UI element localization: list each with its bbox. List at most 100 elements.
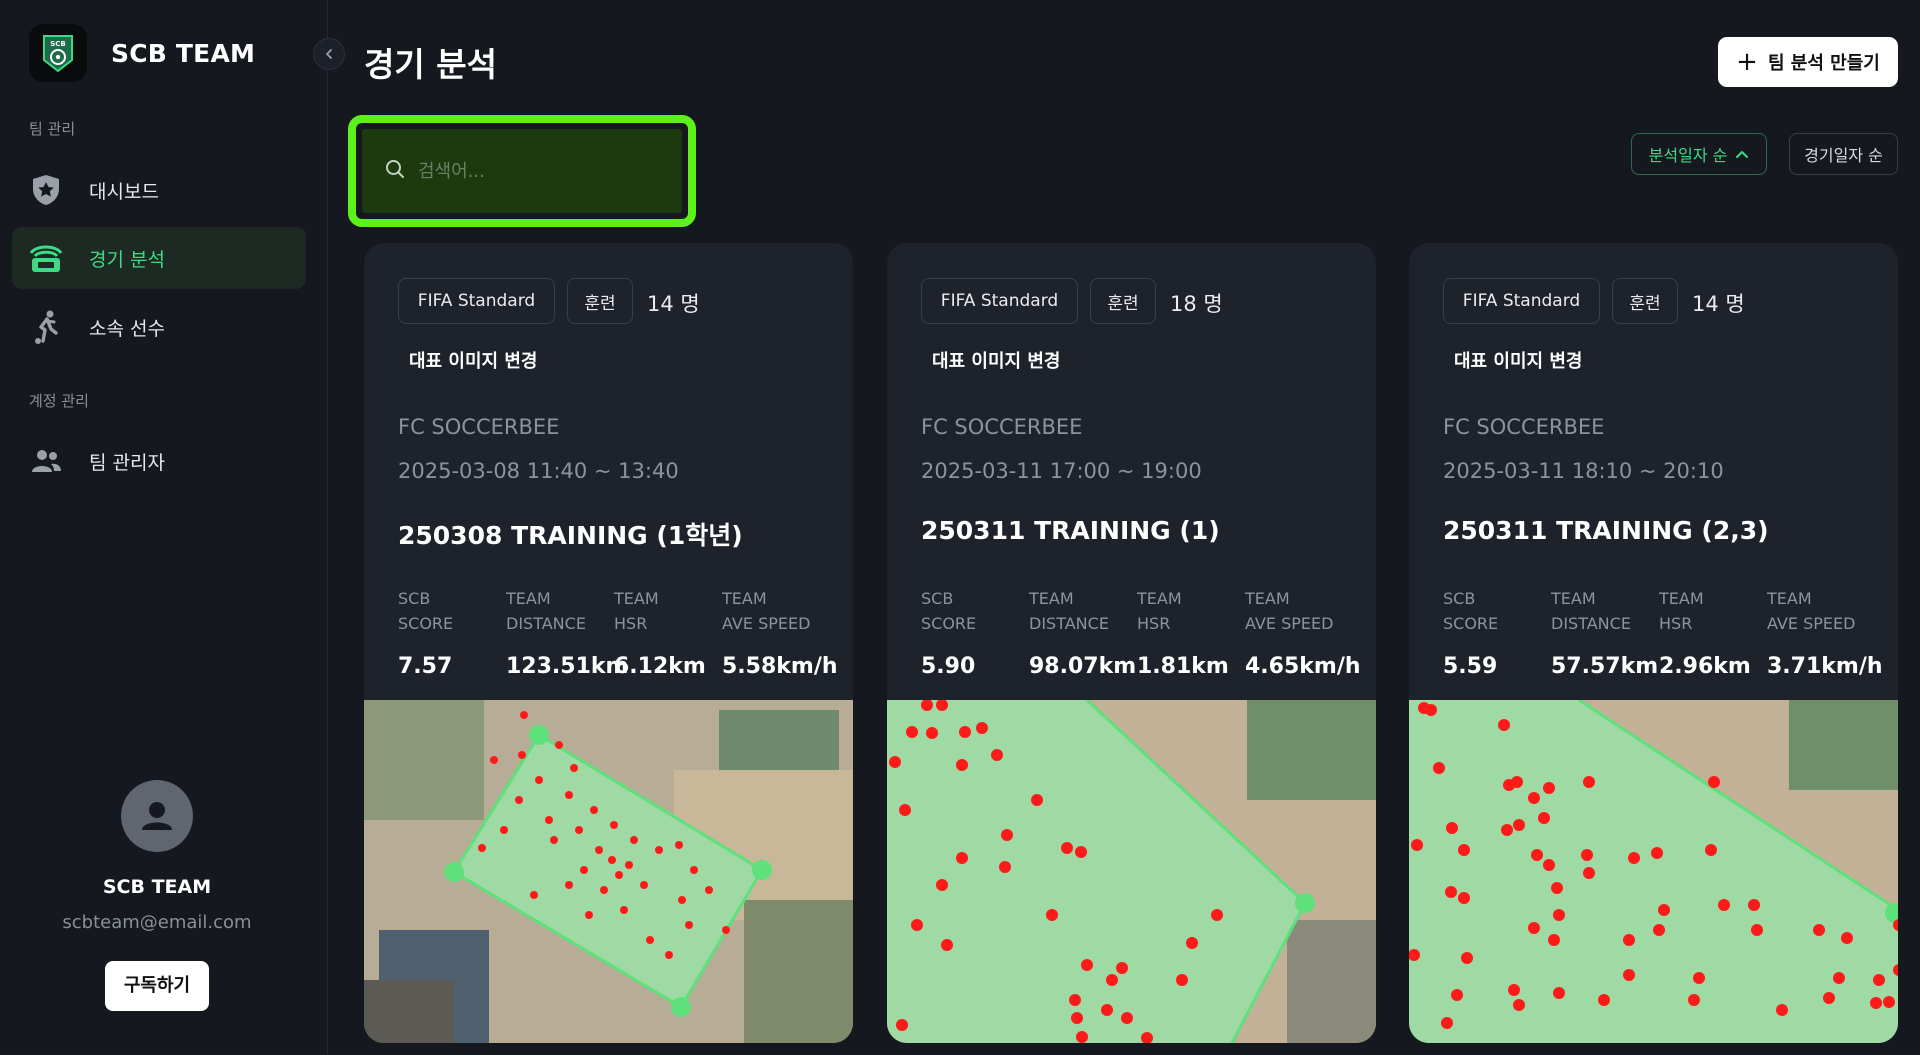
stat-label: SCB SCORE [1443, 589, 1499, 633]
stat-value: 5.59 [1443, 654, 1498, 679]
stat-team-ave-speed: TEAM AVE SPEED 4.65km/h [1245, 586, 1361, 679]
change-image-button[interactable]: 대표 이미지 변경 [1454, 347, 1582, 373]
match-card[interactable]: FIFA Standard 훈련 18 명 대표 이미지 변경 FC SOCCE… [887, 243, 1376, 1043]
stat-value: 57.57km [1551, 654, 1659, 679]
sidebar: SCB SCB TEAM 팀 관리 대시보드 경기 분석 소속 선수 계정 관리… [0, 0, 328, 1055]
plus-icon: + [1736, 47, 1758, 77]
stat-label: TEAM AVE SPEED [1245, 589, 1334, 633]
stat-team-hsr: TEAM HSR 1.81km [1137, 586, 1229, 679]
stat-label: TEAM HSR [614, 589, 659, 633]
collapse-sidebar-button[interactable] [313, 38, 345, 70]
page-title: 경기 분석 [364, 45, 497, 84]
match-card[interactable]: FIFA Standard 훈련 14 명 대표 이미지 변경 FC SOCCE… [364, 243, 853, 1043]
match-card[interactable]: FIFA Standard 훈련 14 명 대표 이미지 변경 FC SOCCE… [1409, 243, 1898, 1043]
player-kick-icon [28, 309, 64, 345]
sort-by-analysis-date-button[interactable]: 분석일자 순 [1631, 133, 1767, 175]
chevron-left-icon [326, 49, 332, 59]
standard-badge: FIFA Standard [1443, 278, 1600, 324]
stat-scb-score: SCB SCORE 5.59 [1443, 586, 1498, 679]
stat-label: TEAM AVE SPEED [722, 589, 811, 633]
field-map-image [364, 700, 853, 1043]
stat-label: SCB SCORE [398, 589, 454, 633]
stat-value: 6.12km [614, 654, 706, 679]
standard-badge: FIFA Standard [398, 278, 555, 324]
stat-team-ave-speed: TEAM AVE SPEED 3.71km/h [1767, 586, 1883, 679]
player-count: 14 명 [647, 292, 700, 316]
session-type-badge: 훈련 [1612, 278, 1678, 324]
search-icon [384, 158, 406, 184]
stat-team-hsr: TEAM HSR 2.96km [1659, 586, 1751, 679]
user-icon [142, 802, 172, 830]
stat-value: 1.81km [1137, 654, 1229, 679]
stat-value: 3.71km/h [1767, 654, 1883, 679]
stat-value: 2.96km [1659, 654, 1751, 679]
stat-team-distance: TEAM DISTANCE 98.07km [1029, 586, 1136, 679]
stat-scb-score: SCB SCORE 5.90 [921, 586, 976, 679]
users-icon [28, 443, 64, 479]
section-label-team: 팀 관리 [29, 120, 76, 138]
stat-value: 7.57 [398, 654, 453, 679]
stat-value: 123.51km [506, 654, 629, 679]
field-map-image [1409, 700, 1898, 1043]
profile-name: SCB TEAM [102, 876, 212, 898]
stadium-icon [28, 240, 64, 276]
team-name: FC SOCCERBEE [1443, 415, 1605, 439]
session-type-badge: 훈련 [1090, 278, 1156, 324]
team-name: FC SOCCERBEE [398, 415, 560, 439]
stat-label: TEAM DISTANCE [1029, 589, 1109, 633]
team-name: FC SOCCERBEE [921, 415, 1083, 439]
profile-email: scbteam@email.com [62, 912, 252, 933]
sort-label: 분석일자 순 [1648, 146, 1728, 165]
sidebar-item-players[interactable]: 소속 선수 [12, 296, 306, 358]
sidebar-item-team-managers[interactable]: 팀 관리자 [12, 430, 306, 492]
stat-team-ave-speed: TEAM AVE SPEED 5.58km/h [722, 586, 838, 679]
change-image-button[interactable]: 대표 이미지 변경 [932, 347, 1060, 373]
stat-value: 4.65km/h [1245, 654, 1361, 679]
create-button-label: 팀 분석 만들기 [1767, 53, 1880, 74]
sidebar-item-label: 소속 선수 [89, 317, 165, 340]
stat-team-hsr: TEAM HSR 6.12km [614, 586, 706, 679]
match-date: 2025-03-11 17:00 ~ 19:00 [921, 459, 1202, 483]
session-type-badge: 훈련 [567, 278, 633, 324]
sidebar-item-label: 대시보드 [89, 180, 159, 203]
stat-scb-score: SCB SCORE 7.57 [398, 586, 453, 679]
section-label-account: 계정 관리 [29, 392, 89, 410]
sidebar-item-dashboard[interactable]: 대시보드 [12, 159, 306, 221]
match-date: 2025-03-08 11:40 ~ 13:40 [398, 459, 679, 483]
change-image-button[interactable]: 대표 이미지 변경 [409, 347, 537, 373]
search-highlight [348, 115, 696, 227]
search-input[interactable] [418, 160, 658, 182]
stat-value: 5.58km/h [722, 654, 838, 679]
chevron-up-icon [1736, 151, 1749, 158]
stat-label: SCB SCORE [921, 589, 977, 633]
stat-value: 98.07km [1029, 654, 1137, 679]
match-title: 250308 TRAINING (1학년) [398, 521, 743, 550]
search-box[interactable] [362, 129, 682, 213]
player-count: 14 명 [1692, 292, 1745, 316]
sidebar-item-label: 경기 분석 [89, 248, 165, 271]
brand-name: SCB TEAM [111, 38, 256, 68]
stat-team-distance: TEAM DISTANCE 57.57km [1551, 586, 1658, 679]
user-profile: SCB TEAM scbteam@email.com 구독하기 [0, 780, 314, 1011]
sort-by-match-date-button[interactable]: 경기일자 순 [1789, 133, 1898, 175]
standard-badge: FIFA Standard [921, 278, 1078, 324]
stat-team-distance: TEAM DISTANCE 123.51km [506, 586, 628, 679]
stat-value: 5.90 [921, 654, 976, 679]
stat-label: TEAM AVE SPEED [1767, 589, 1856, 633]
field-map-image [887, 700, 1376, 1043]
player-count: 18 명 [1170, 292, 1223, 316]
sidebar-item-match-analysis[interactable]: 경기 분석 [12, 227, 306, 289]
sidebar-item-label: 팀 관리자 [89, 451, 165, 474]
sort-label: 경기일자 순 [1804, 146, 1883, 165]
stat-label: TEAM DISTANCE [506, 589, 586, 633]
brand-logo: SCB [29, 24, 87, 82]
brand[interactable]: SCB SCB TEAM [29, 24, 255, 82]
match-date: 2025-03-11 18:10 ~ 20:10 [1443, 459, 1724, 483]
stat-label: TEAM DISTANCE [1551, 589, 1631, 633]
avatar[interactable] [121, 780, 193, 852]
shield-star-icon [28, 172, 64, 208]
stat-label: TEAM HSR [1659, 589, 1704, 633]
subscribe-button[interactable]: 구독하기 [105, 961, 209, 1011]
create-team-analysis-button[interactable]: + 팀 분석 만들기 [1718, 37, 1898, 87]
match-title: 250311 TRAINING (2,3) [1443, 516, 1769, 545]
